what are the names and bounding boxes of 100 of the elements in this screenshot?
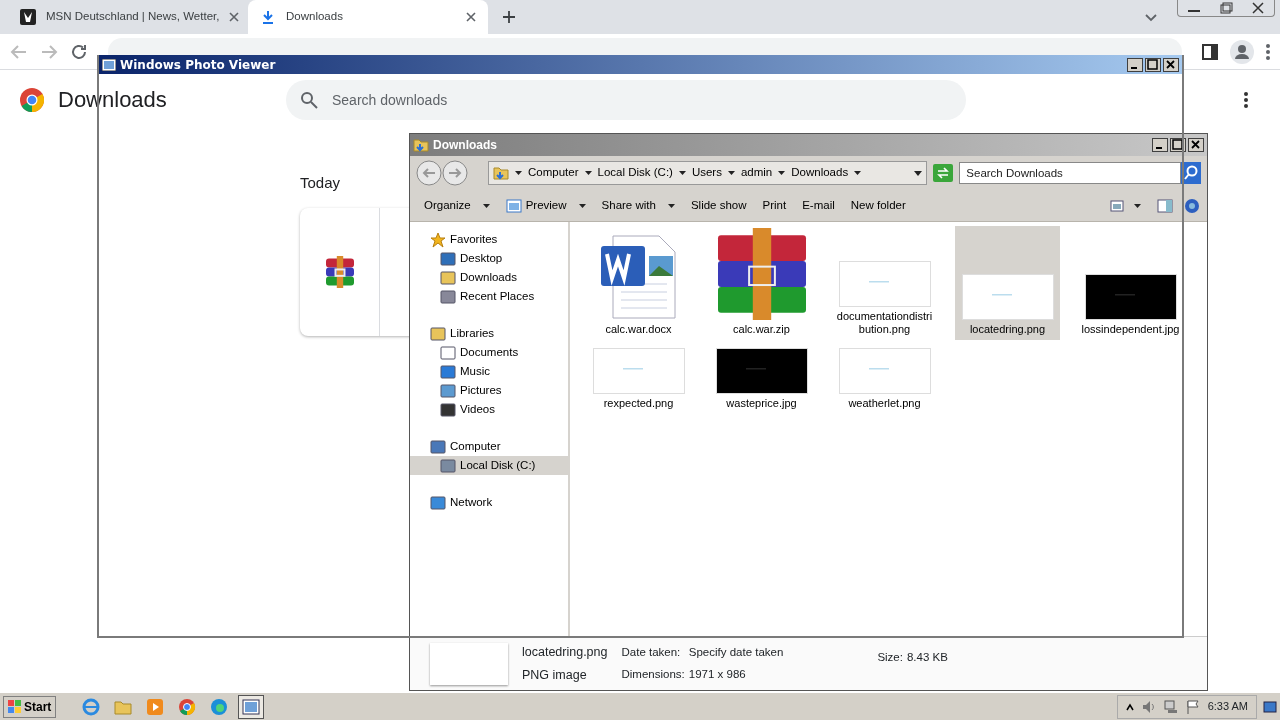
plus-icon[interactable] (502, 10, 516, 24)
folder-icon (413, 138, 429, 152)
file-item[interactable]: lossindependent.jpg (1078, 226, 1183, 340)
nav-item[interactable]: Videos (410, 400, 568, 419)
search-field[interactable]: Search Downloads (959, 162, 1181, 184)
chevron-down-icon[interactable] (1145, 14, 1157, 22)
nav-item[interactable]: Computer (410, 437, 568, 456)
network-icon[interactable] (1163, 699, 1178, 714)
field-label: Size: (877, 650, 903, 665)
toolbar-button[interactable]: Organize (418, 194, 496, 217)
flag-icon[interactable] (1185, 699, 1200, 714)
search-icon (300, 91, 318, 109)
nav-item[interactable]: Music (410, 362, 568, 381)
minimize-button[interactable] (1127, 57, 1143, 72)
show-desktop-icon[interactable] (1263, 699, 1277, 714)
speaker-icon[interactable] (1141, 699, 1156, 714)
close-button[interactable] (1188, 138, 1204, 152)
caret-icon[interactable] (854, 171, 862, 175)
minimize-button[interactable] (1152, 138, 1168, 152)
side-panel-icon[interactable] (1202, 43, 1218, 60)
back-button[interactable] (416, 160, 442, 186)
breadcrumb-item[interactable]: admin (740, 164, 773, 182)
folder-icon (440, 269, 456, 286)
file-item[interactable]: weatherlet.png (832, 348, 937, 414)
archive-icon (715, 228, 808, 320)
field-label: Date taken: (621, 645, 682, 661)
view-icon[interactable] (1110, 199, 1124, 212)
file-item[interactable]: locatedring.png (955, 226, 1060, 340)
toolbar-button[interactable]: Print (756, 194, 793, 217)
close-icon[interactable] (466, 12, 476, 22)
caret-icon[interactable] (1134, 203, 1141, 208)
toolbar-button[interactable]: E-mail (796, 194, 841, 217)
computer-icon (430, 438, 446, 455)
caret-icon[interactable] (515, 171, 522, 175)
chevron-up-icon[interactable] (1125, 702, 1134, 711)
taskbar-app[interactable] (238, 694, 265, 719)
field-value: Specify date taken (688, 645, 784, 661)
toolbar-button[interactable]: Slide show (684, 194, 753, 217)
breadcrumb-item[interactable]: Computer (528, 164, 579, 182)
breadcrumb-item[interactable]: Users (691, 164, 722, 182)
nav-item[interactable]: Local Disk (C:) (410, 456, 568, 475)
clock[interactable]: 6:33 AM (1207, 698, 1248, 715)
nav-item[interactable]: Desktop (410, 249, 568, 268)
toolbar-button[interactable]: New folder (844, 194, 912, 217)
help-icon[interactable] (1185, 198, 1199, 213)
field-label: Dimensions: (621, 666, 685, 682)
refresh-icon[interactable] (933, 164, 954, 182)
nav-item[interactable]: Libraries (410, 324, 568, 343)
caret-icon[interactable] (778, 171, 786, 175)
menu-icon[interactable] (1266, 43, 1270, 60)
download-icon (260, 9, 276, 25)
search-icon[interactable] (1181, 162, 1201, 184)
windows-logo-icon (8, 699, 22, 714)
preview-icon (505, 198, 522, 213)
photo-icon (242, 697, 261, 716)
start-button[interactable]: Start (3, 695, 57, 718)
nav-item[interactable]: Recent Places (410, 287, 568, 306)
photo-icon (102, 58, 116, 71)
search-field[interactable]: Search downloads (286, 80, 966, 120)
chrome-logo-icon (178, 697, 197, 716)
browser-tab[interactable]: Downloads (248, 0, 488, 34)
file-item[interactable]: calc.war.zip (709, 226, 814, 340)
breadcrumb-item[interactable]: Downloads (791, 164, 849, 182)
file-item[interactable]: calc.war.docx (586, 226, 691, 340)
image-thumbnail-icon (838, 261, 931, 307)
close-icon[interactable] (229, 12, 240, 22)
file-item[interactable]: rexpected.png (586, 348, 691, 414)
nav-item[interactable]: Favorites (410, 230, 568, 249)
nav-item[interactable]: Downloads (410, 268, 568, 287)
browser-tab[interactable]: MSN Deutschland | News, Wetter, (8, 0, 248, 34)
window-title: Windows Photo Viewer (120, 57, 276, 72)
media-player-icon (146, 697, 165, 716)
nav-item[interactable]: Documents (410, 343, 568, 362)
toolbar-button[interactable]: Share with (595, 194, 681, 217)
menu-icon[interactable] (1244, 92, 1248, 108)
star-icon (430, 231, 446, 248)
file-item[interactable]: documentationdistribution.png (832, 226, 937, 340)
docs-icon (440, 344, 456, 361)
nav-item[interactable]: Pictures (410, 381, 568, 400)
forward-button[interactable] (442, 160, 468, 186)
file-name: locatedring.png (522, 643, 608, 661)
folder-icon (493, 166, 509, 180)
close-button[interactable] (1163, 57, 1179, 72)
preview-pane-icon[interactable] (1157, 198, 1173, 213)
breadcrumb-item[interactable]: Local Disk (C:) (597, 164, 673, 182)
nav-item[interactable]: Network (410, 493, 568, 512)
toolbar-button[interactable]: Preview (499, 194, 592, 217)
profile-icon[interactable] (1230, 39, 1254, 64)
file-item[interactable]: wasteprice.jpg (709, 348, 814, 414)
date-heading: Today (300, 173, 341, 193)
caret-icon[interactable] (584, 171, 592, 175)
maximize-button[interactable] (1145, 57, 1161, 72)
caret-icon[interactable] (727, 171, 735, 175)
dropdown-icon[interactable] (914, 170, 923, 176)
caret-icon[interactable] (678, 171, 686, 175)
reload-icon[interactable] (70, 42, 88, 61)
address-bar[interactable]: Computer Local Disk (C:) Users admin Downloads (488, 161, 928, 185)
desktop-icon (440, 250, 456, 267)
network-icon (430, 494, 446, 511)
music-icon (440, 363, 456, 380)
